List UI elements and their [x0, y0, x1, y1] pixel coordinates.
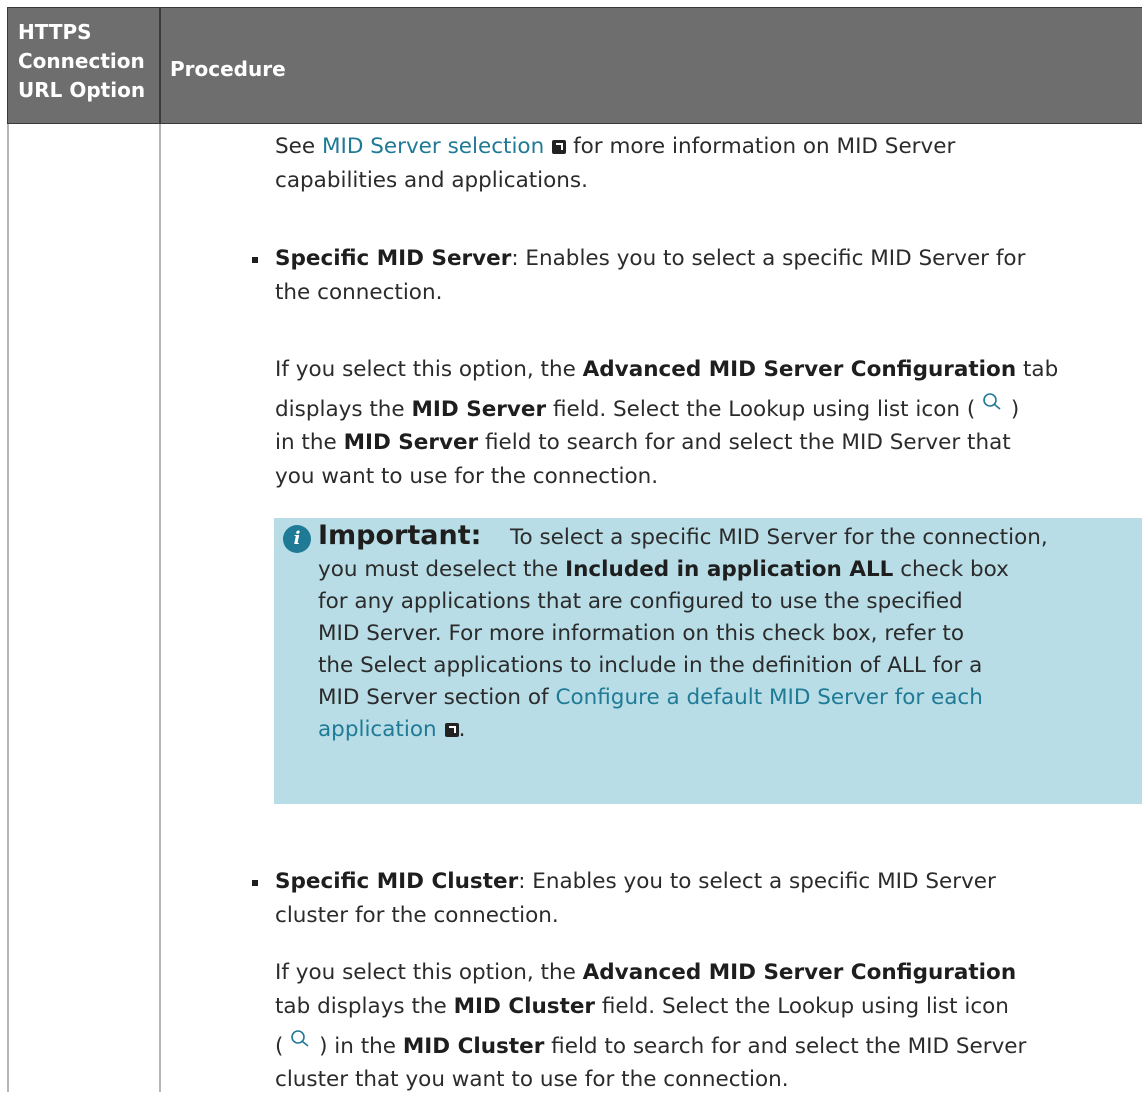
header-col-option-line: Connection: [18, 49, 145, 73]
specific-cluster-line-2: cluster for the connection.: [275, 903, 559, 928]
specific-server-line-1: Specific MID Server: Enables you to sele…: [275, 246, 1026, 271]
specific-cluster-para-line-3: ( ) in the MID Cluster field to search f…: [275, 1029, 1026, 1064]
note-line-2: you must deselect the Included in applic…: [318, 557, 1009, 582]
header-col-procedure: Procedure: [170, 57, 286, 81]
header-col-option: HTTPS Connection URL Option: [18, 18, 158, 105]
specific-server-line-2: the connection.: [275, 280, 443, 305]
note-line-6: MID Server section of Configure a defaul…: [318, 685, 983, 710]
search-icon[interactable]: [982, 392, 1004, 412]
mid-server-selection-link[interactable]: MID Server selection: [322, 134, 544, 159]
bullet-icon: [252, 257, 258, 263]
search-icon[interactable]: [290, 1029, 312, 1049]
header-divider: [159, 7, 161, 124]
note-body: you must deselect the Included in applic…: [318, 554, 1133, 746]
header-col-option-line: HTTPS: [18, 20, 92, 44]
note-line-4: MID Server. For more information on this…: [318, 621, 964, 646]
doc-page: HTTPS Connection URL Option Procedure Se…: [0, 0, 1142, 1092]
header-col-option-line: URL Option: [18, 78, 146, 102]
configure-default-mid-server-link[interactable]: Configure a default MID Server for each: [555, 685, 982, 710]
specific-server-para-line-1: If you select this option, the Advanced …: [275, 357, 1059, 382]
specific-cluster-para-line-2: tab displays the MID Cluster field. Sele…: [275, 994, 1009, 1019]
external-link-icon[interactable]: [552, 140, 567, 154]
external-link-icon[interactable]: [444, 723, 459, 737]
specific-cluster-para-line-1: If you select this option, the Advanced …: [275, 960, 1017, 985]
table-left-border: [7, 124, 9, 1092]
info-icon: i: [283, 525, 311, 553]
table-column-divider: [159, 124, 161, 1092]
note-line-3: for any applications that are configured…: [318, 589, 963, 614]
specific-server-para-line-2: displays the MID Server field. Select th…: [275, 392, 1019, 427]
configure-default-mid-server-link-cont[interactable]: application: [318, 717, 437, 742]
intro-line-2: capabilities and applications.: [275, 168, 588, 193]
note-title: Important:: [318, 520, 482, 551]
specific-server-para-line-4: you want to use for the connection.: [275, 464, 659, 489]
note-line-7: application.: [318, 717, 466, 742]
note-line-1: To select a specific MID Server for the …: [510, 525, 1048, 550]
bullet-icon: [252, 880, 258, 886]
specific-server-para-line-3: in the MID Server field to search for an…: [275, 430, 1011, 455]
specific-cluster-line-1: Specific MID Cluster: Enables you to sel…: [275, 869, 996, 894]
note-line-5: the Select applications to include in th…: [318, 653, 983, 678]
intro-line-1: See MID Server selection for more inform…: [275, 134, 956, 159]
